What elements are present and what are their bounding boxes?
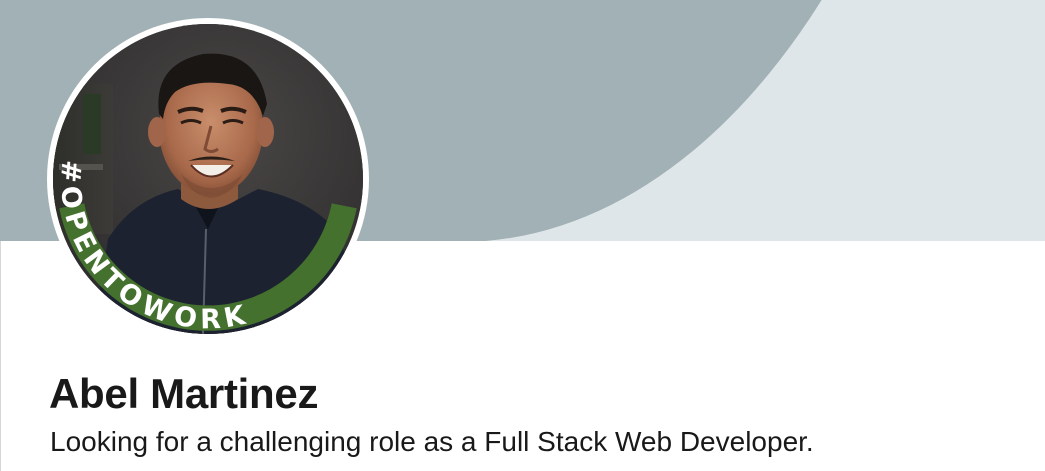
profile-photo-image: #OPENTOWORK [53,24,363,334]
profile-photo-frame[interactable]: #OPENTOWORK [47,18,369,340]
profile-photo[interactable]: #OPENTOWORK [53,24,363,334]
photo-plant [83,94,101,154]
photo-ear-left [148,117,166,147]
card-border [0,241,1,471]
profile-card: #OPENTOWORK Abel Martinez Looking for a … [0,0,1045,471]
profile-name: Abel Martinez [49,370,319,417]
photo-ear-right [256,117,274,147]
profile-headline: Looking for a challenging role as a Full… [50,426,814,457]
